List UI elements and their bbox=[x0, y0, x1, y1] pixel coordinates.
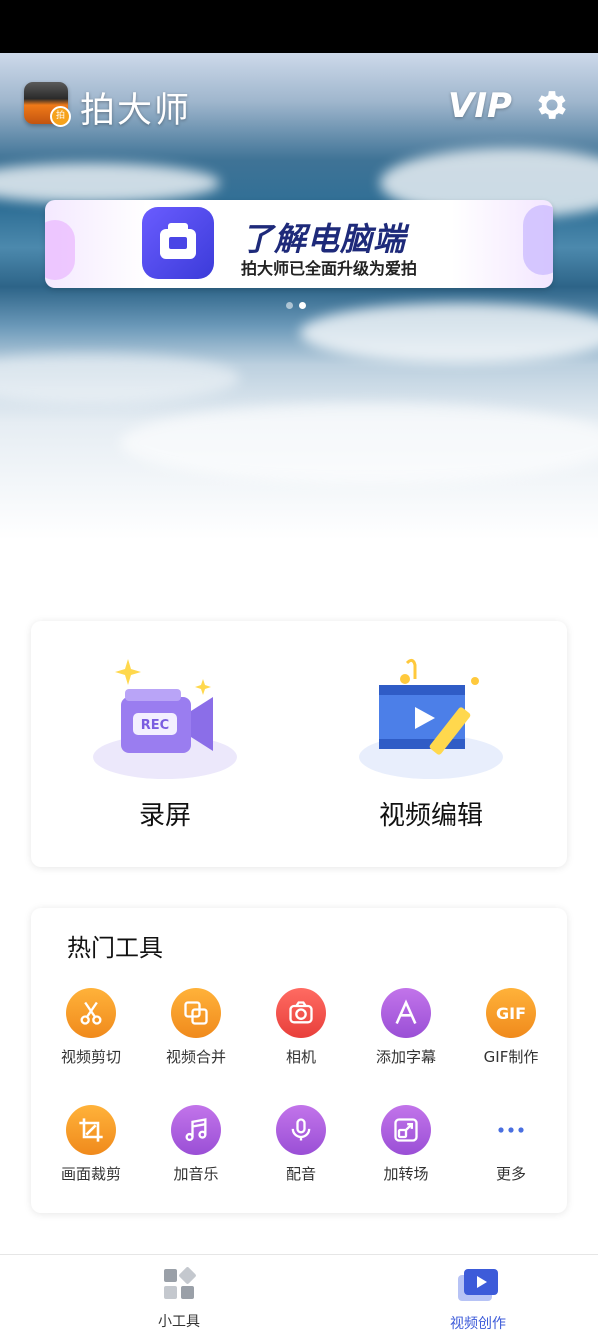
video-play-icon bbox=[458, 1269, 498, 1301]
app-logo-badge: 拍 bbox=[50, 106, 71, 127]
nav-tab-tools[interactable]: 小工具 bbox=[119, 1267, 239, 1331]
tool-transition[interactable]: 加转场 bbox=[354, 1105, 458, 1184]
tool-label: 相机 bbox=[285, 1048, 316, 1066]
hot-tools-title: 热门工具 bbox=[67, 934, 163, 962]
gear-icon[interactable] bbox=[533, 86, 571, 124]
tool-label: 画面裁剪 bbox=[60, 1165, 121, 1183]
tool-label: 视频合并 bbox=[165, 1048, 226, 1066]
tool-crop[interactable]: 画面裁剪 bbox=[39, 1105, 143, 1184]
video-edit-button[interactable]: 视频编辑 bbox=[331, 651, 531, 832]
screen-record-button[interactable]: REC 录屏 bbox=[65, 651, 265, 832]
banner-subtitle: 拍大师已全面升级为爱拍 bbox=[241, 259, 418, 278]
tool-label: 配音 bbox=[285, 1165, 316, 1183]
gif-icon: GIF bbox=[486, 988, 536, 1038]
tool-more[interactable]: 更多 bbox=[459, 1105, 563, 1184]
tool-gif[interactable]: GIF GIF制作 bbox=[459, 988, 563, 1067]
hot-tools-card: 热门工具 视频剪切 视频合并 相机 添加字幕 GIF GIF制作 画面裁剪 加音… bbox=[31, 908, 567, 1213]
tool-label: 加转场 bbox=[383, 1165, 429, 1183]
microphone-icon bbox=[276, 1105, 326, 1155]
tool-video-merge[interactable]: 视频合并 bbox=[144, 988, 248, 1067]
crop-icon bbox=[66, 1105, 116, 1155]
promo-banner[interactable]: 了解电脑端 拍大师已全面升级为爱拍 bbox=[45, 200, 553, 288]
camera-icon bbox=[276, 988, 326, 1038]
tool-label: 加音乐 bbox=[173, 1165, 219, 1183]
merge-icon bbox=[171, 988, 221, 1038]
nav-label: 小工具 bbox=[158, 1314, 200, 1330]
app-logo: 拍 bbox=[24, 82, 71, 127]
aipai-logo-icon bbox=[142, 207, 214, 279]
letter-a-icon bbox=[381, 988, 431, 1038]
music-note-icon bbox=[171, 1105, 221, 1155]
tool-label: GIF制作 bbox=[483, 1048, 539, 1066]
rec-camera-icon: REC bbox=[85, 651, 245, 781]
tool-video-cut[interactable]: 视频剪切 bbox=[39, 988, 143, 1067]
scissors-icon bbox=[66, 988, 116, 1038]
status-bar bbox=[0, 0, 598, 53]
tool-label: 更多 bbox=[495, 1165, 526, 1183]
nav-tab-video-creation[interactable]: 视频创作 bbox=[418, 1267, 538, 1333]
tool-add-music[interactable]: 加音乐 bbox=[144, 1105, 248, 1184]
grid-tools-icon bbox=[164, 1267, 196, 1299]
main-features-card: REC 录屏 视频编辑 bbox=[31, 621, 567, 867]
bottom-nav: 小工具 视频创作 bbox=[0, 1254, 598, 1337]
vip-button[interactable]: VIP bbox=[448, 86, 512, 126]
banner-title: 了解电脑端 bbox=[241, 220, 407, 258]
tool-label: 添加字幕 bbox=[375, 1048, 436, 1066]
film-edit-icon bbox=[351, 651, 511, 781]
tool-add-subtitle[interactable]: 添加字幕 bbox=[354, 988, 458, 1067]
feature-label: 视频编辑 bbox=[378, 801, 483, 831]
feature-label: 录屏 bbox=[138, 801, 191, 831]
app-title: 拍大师 bbox=[80, 91, 192, 131]
svg-text:REC: REC bbox=[141, 718, 169, 733]
tool-dubbing[interactable]: 配音 bbox=[249, 1105, 353, 1184]
nav-label: 视频创作 bbox=[450, 1316, 506, 1332]
tool-camera[interactable]: 相机 bbox=[249, 988, 353, 1067]
carousel-dot[interactable] bbox=[286, 302, 293, 309]
carousel-dot-active[interactable] bbox=[299, 302, 306, 309]
carousel-dots bbox=[286, 294, 312, 313]
more-dots-icon bbox=[486, 1105, 536, 1155]
transition-icon bbox=[381, 1105, 431, 1155]
tool-label: 视频剪切 bbox=[60, 1048, 121, 1066]
